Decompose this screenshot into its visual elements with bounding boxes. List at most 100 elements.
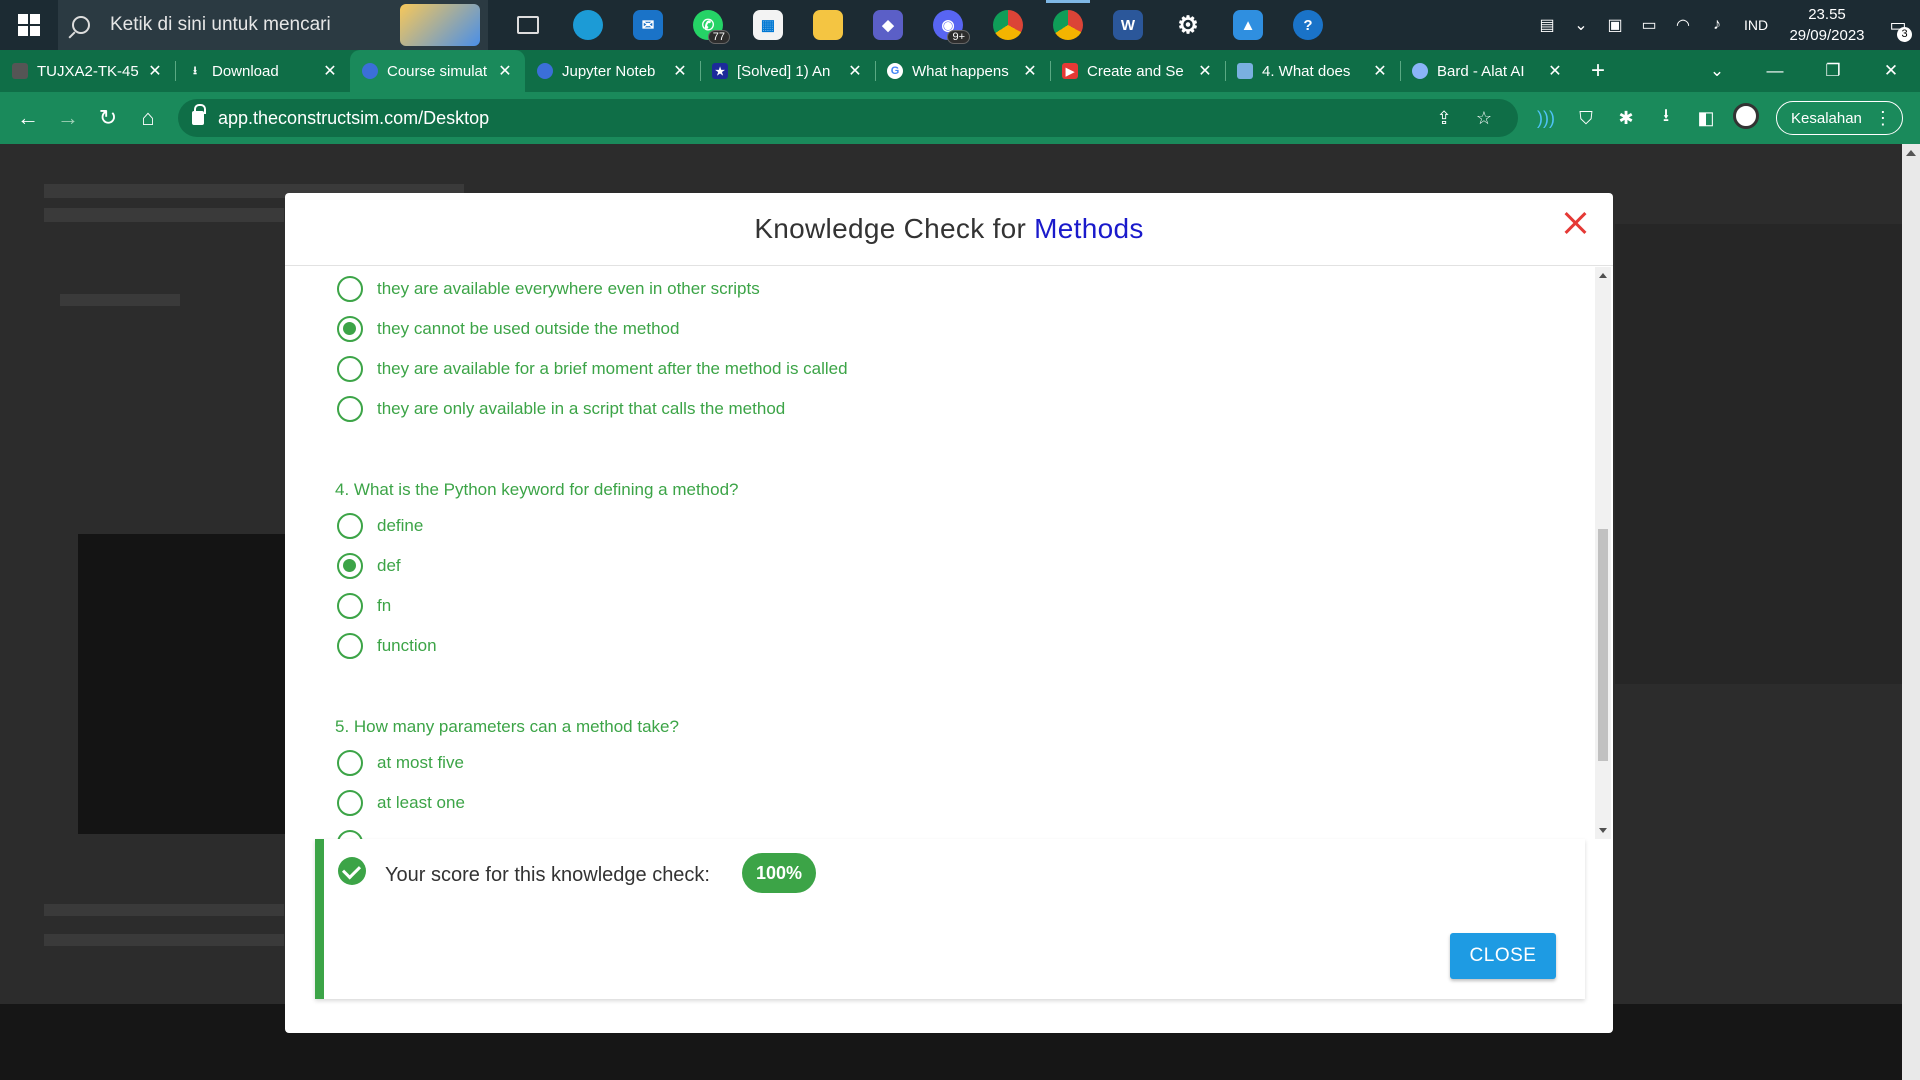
answer-option[interactable]: they are available for a brief moment af… xyxy=(337,355,848,383)
scroll-up-icon[interactable] xyxy=(1599,273,1607,278)
tab[interactable]: ▶ Create and Se ✕ xyxy=(1050,50,1225,92)
taskbar-mail[interactable]: ✉ xyxy=(618,0,678,50)
modal-scrollbar[interactable] xyxy=(1595,267,1611,839)
close-tab-icon[interactable]: ✕ xyxy=(1372,61,1388,81)
taskbar-chrome[interactable] xyxy=(978,0,1038,50)
taskbar-discord[interactable]: ◉ 9+ xyxy=(918,0,978,50)
restore-icon[interactable]: ❐ xyxy=(1804,61,1862,81)
tab-active[interactable]: Course simulat ✕ xyxy=(350,50,525,92)
taskbar-app-purple[interactable]: ◆ xyxy=(858,0,918,50)
whatsapp-badge: 77 xyxy=(707,30,730,44)
close-tab-icon[interactable]: ✕ xyxy=(1022,61,1038,81)
clock[interactable]: 23.55 29/09/2023 xyxy=(1784,4,1870,46)
answer-option[interactable]: they are available everywhere even in ot… xyxy=(337,275,760,303)
close-icon[interactable] xyxy=(1559,207,1591,239)
close-tab-icon[interactable]: ✕ xyxy=(847,61,863,81)
close-tab-icon[interactable]: ✕ xyxy=(147,61,163,81)
tab[interactable]: G What happens ✕ xyxy=(875,50,1050,92)
radio-button[interactable] xyxy=(337,750,363,776)
page-scrollbar[interactable] xyxy=(1902,144,1920,1080)
share-icon[interactable]: ⇪ xyxy=(1424,108,1464,129)
taskbar-chrome-profile[interactable] xyxy=(1038,0,1098,50)
task-view-button[interactable] xyxy=(498,0,558,50)
tab[interactable]: ★ [Solved] 1) An ✕ xyxy=(700,50,875,92)
taskbar-whatsapp[interactable]: ✆ 77 xyxy=(678,0,738,50)
download-icon[interactable]: ⭳ xyxy=(1646,103,1686,133)
close-tab-icon[interactable]: ✕ xyxy=(322,61,338,81)
taskbar-help[interactable]: ? xyxy=(1278,0,1338,50)
tab[interactable]: TUJXA2-TK-45 ✕ xyxy=(0,50,175,92)
answer-option[interactable]: fn xyxy=(337,592,391,620)
tab[interactable]: ⭳ Download ✕ xyxy=(175,50,350,92)
tab[interactable]: Bard - Alat AI ✕ xyxy=(1400,50,1575,92)
forward-icon[interactable]: → xyxy=(48,105,88,131)
score-text: Your score for this knowledge check: xyxy=(385,864,710,886)
profile-error-button[interactable]: Kesalahan ⋮ xyxy=(1776,101,1903,135)
radio-button[interactable] xyxy=(337,513,363,539)
background-text-block xyxy=(44,904,284,916)
back-icon[interactable]: ← xyxy=(8,105,48,131)
tab[interactable]: 4. What does ✕ xyxy=(1225,50,1400,92)
scroll-up-icon[interactable] xyxy=(1906,150,1916,156)
answer-label: at least one xyxy=(377,793,465,812)
side-panel-icon[interactable]: ◧ xyxy=(1686,108,1726,129)
address-bar[interactable]: app.theconstructsim.com/Desktop ⇪ ☆ xyxy=(178,99,1518,137)
radio-button[interactable] xyxy=(337,593,363,619)
profile-avatar[interactable] xyxy=(1726,102,1766,134)
extension-wifi-icon[interactable]: ))) xyxy=(1526,108,1566,129)
notification-button[interactable]: ▭ 3 xyxy=(1876,0,1920,50)
taskbar-photos[interactable]: ▲ xyxy=(1218,0,1278,50)
radio-button[interactable] xyxy=(337,356,363,382)
close-tab-icon[interactable]: ✕ xyxy=(672,61,688,81)
language-indicator[interactable]: IND xyxy=(1734,17,1778,33)
scrollbar-thumb[interactable] xyxy=(1598,529,1608,761)
answer-option[interactable]: they cannot be used outside the method xyxy=(337,315,679,343)
reload-icon[interactable]: ↻ xyxy=(88,105,128,131)
bookmark-star-icon[interactable]: ☆ xyxy=(1464,108,1504,129)
answer-option[interactable]: at least one xyxy=(337,789,465,817)
answer-option[interactable]: define xyxy=(337,512,423,540)
radio-button[interactable] xyxy=(337,633,363,659)
window-close-icon[interactable]: ✕ xyxy=(1862,61,1920,81)
minimize-icon[interactable]: — xyxy=(1746,61,1804,81)
radio-button[interactable] xyxy=(337,396,363,422)
radio-button[interactable] xyxy=(337,790,363,816)
shield-icon[interactable]: ⛉ xyxy=(1566,108,1606,129)
taskbar-file-explorer[interactable] xyxy=(798,0,858,50)
taskbar-store[interactable]: ▦ xyxy=(738,0,798,50)
background-robot-view xyxy=(1615,224,1905,684)
app-purple-icon: ◆ xyxy=(873,10,903,40)
taskbar-settings[interactable]: ⚙ xyxy=(1158,0,1218,50)
scroll-down-icon[interactable] xyxy=(1599,828,1607,833)
score-panel: Your score for this knowledge check: 100… xyxy=(315,839,1585,999)
answer-option[interactable]: def xyxy=(337,552,401,580)
tab[interactable]: Jupyter Noteb ✕ xyxy=(525,50,700,92)
profile-error-label: Kesalahan xyxy=(1791,109,1862,127)
answer-option[interactable]: function xyxy=(337,632,437,660)
taskbar-search-box[interactable]: Ketik di sini untuk mencari xyxy=(58,0,488,50)
volume-icon[interactable]: ♪ xyxy=(1700,16,1734,34)
new-tab-button[interactable]: + xyxy=(1575,57,1621,85)
radio-button[interactable] xyxy=(337,276,363,302)
close-tab-icon[interactable]: ✕ xyxy=(1547,61,1563,81)
taskbar-edge[interactable] xyxy=(558,0,618,50)
meet-icon[interactable]: ▣ xyxy=(1598,15,1632,35)
extensions-puzzle-icon[interactable]: ✱ xyxy=(1606,108,1646,129)
radio-button-selected[interactable] xyxy=(337,553,363,579)
news-icon[interactable]: ▤ xyxy=(1530,15,1564,35)
home-icon[interactable]: ⌂ xyxy=(128,105,168,131)
close-tab-icon[interactable]: ✕ xyxy=(497,61,513,81)
wifi-icon[interactable]: ◠ xyxy=(1666,15,1700,35)
answer-option[interactable]: at most five xyxy=(337,749,464,777)
close-button[interactable]: CLOSE xyxy=(1450,933,1556,979)
tab-search-chevron-icon[interactable]: ⌄ xyxy=(1688,61,1746,81)
close-tab-icon[interactable]: ✕ xyxy=(1197,61,1213,81)
start-button[interactable] xyxy=(0,0,58,50)
windows-logo-icon xyxy=(18,14,40,36)
chevron-up-icon[interactable]: ⌄ xyxy=(1564,15,1598,35)
battery-icon[interactable]: ▭ xyxy=(1632,15,1666,35)
answer-option[interactable]: they are only available in a script that… xyxy=(337,395,785,423)
taskbar-word[interactable]: W xyxy=(1098,0,1158,50)
photos-icon: ▲ xyxy=(1233,10,1263,40)
radio-button-selected[interactable] xyxy=(337,316,363,342)
